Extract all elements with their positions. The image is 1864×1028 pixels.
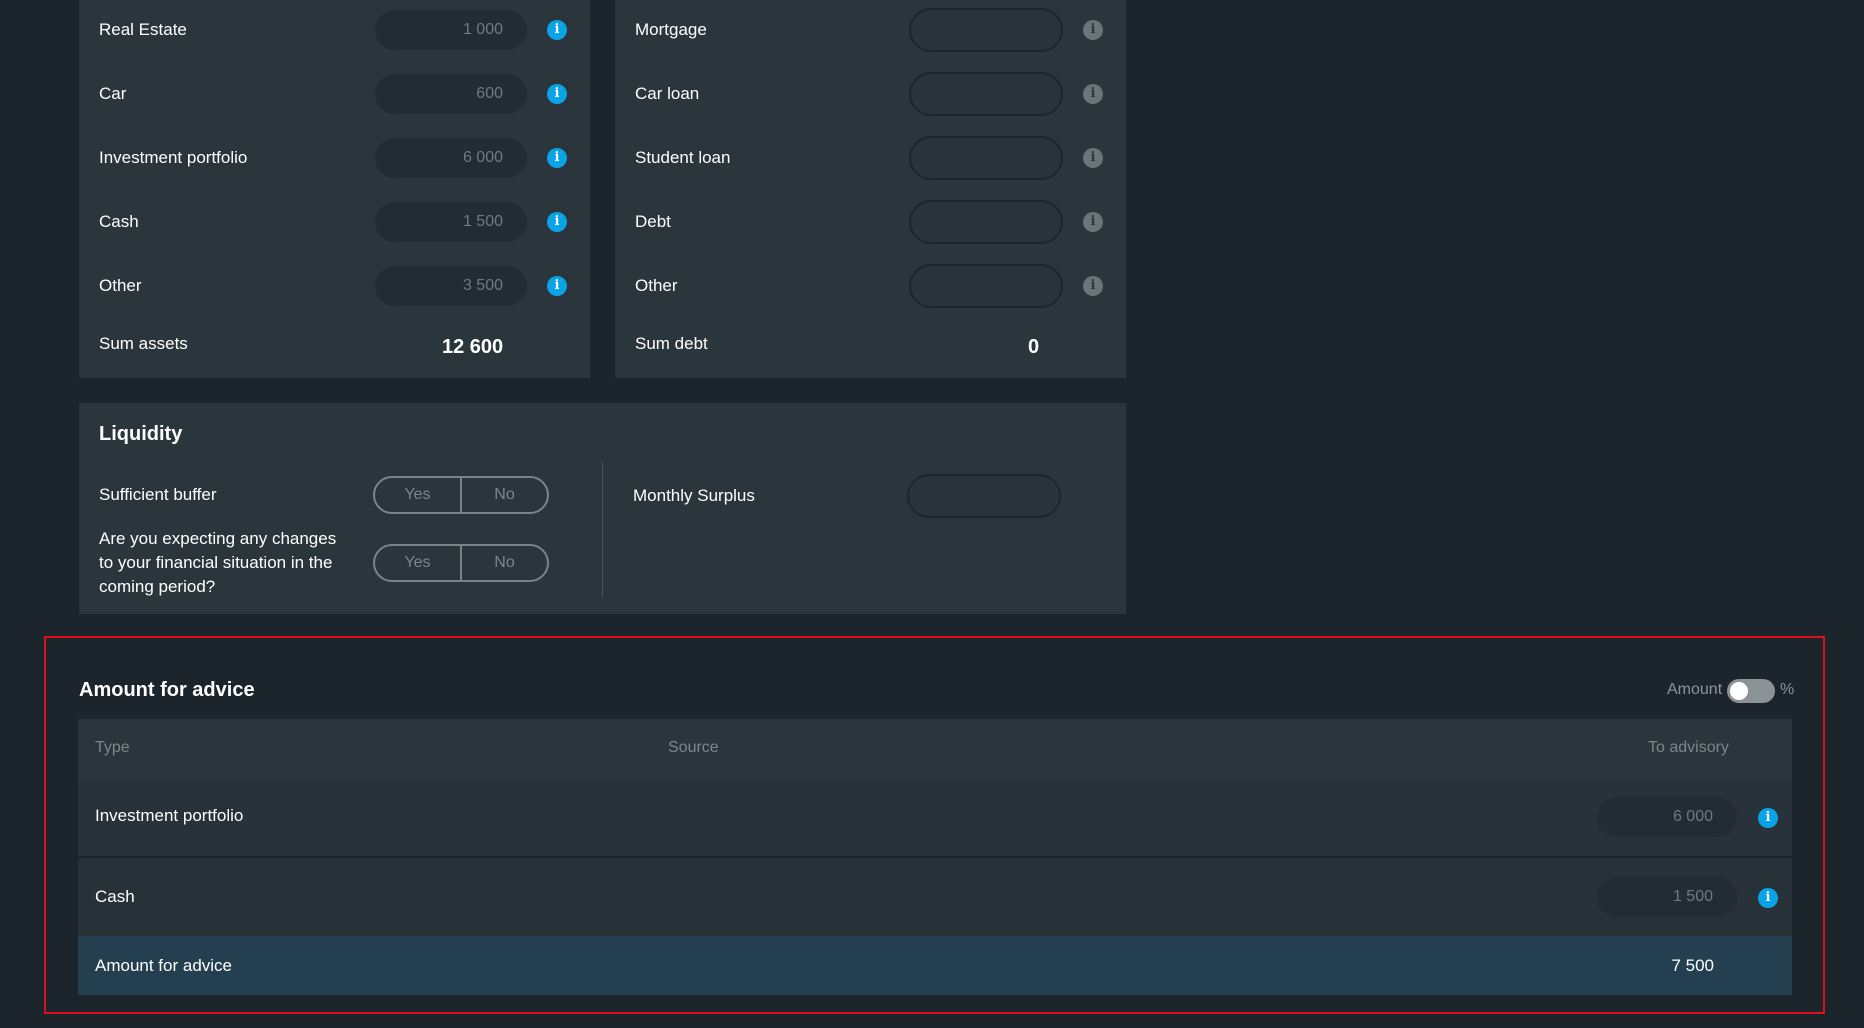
info-icon[interactable]: i	[547, 276, 567, 296]
sum-debt-label: Sum debt	[635, 334, 708, 353]
mortgage-input[interactable]	[909, 8, 1063, 52]
advice-title: Amount for advice	[79, 679, 255, 701]
cash-input[interactable]: 1 500	[375, 202, 527, 242]
investment-portfolio-input[interactable]: 6 000	[375, 138, 527, 178]
debt-label-student-loan: Student loan	[635, 148, 731, 167]
changes-no-option[interactable]: No	[462, 546, 547, 580]
info-icon[interactable]: i	[547, 20, 567, 40]
info-icon[interactable]: i	[547, 84, 567, 104]
car-input[interactable]: 600	[375, 74, 527, 114]
table-row: Cash 1 500 i	[78, 858, 1792, 936]
table-row: Investment portfolio 6 000 i	[78, 778, 1792, 856]
real-estate-input[interactable]: 1 000	[375, 10, 527, 50]
buffer-no-option[interactable]: No	[462, 478, 547, 512]
other-asset-input[interactable]: 3 500	[375, 266, 527, 306]
sum-assets-value: 12 600	[442, 336, 504, 358]
financial-changes-label: Are you expecting any changes to your fi…	[99, 529, 337, 596]
student-loan-input[interactable]	[909, 136, 1063, 180]
column-to-advisory: To advisory	[1648, 739, 1729, 756]
info-icon[interactable]: i	[1758, 888, 1778, 908]
debt-label-other: Other	[635, 276, 678, 295]
debt-panel: Mortgage i Car loan i Student loan i Deb…	[615, 0, 1126, 378]
car-loan-input[interactable]	[909, 72, 1063, 116]
info-icon[interactable]: i	[547, 212, 567, 232]
amount-toggle-label: Amount	[1667, 681, 1723, 698]
debt-label-car-loan: Car loan	[635, 84, 700, 103]
sum-assets-label: Sum assets	[99, 334, 188, 353]
column-type: Type	[95, 739, 130, 756]
assets-panel: Real Estate 1 000 i Car 600 i Investment…	[79, 0, 590, 378]
debt-label-debt: Debt	[635, 212, 671, 231]
sufficient-buffer-label: Sufficient buffer	[99, 485, 217, 504]
percent-toggle-label: %	[1780, 681, 1795, 698]
info-icon[interactable]: i	[1083, 20, 1103, 40]
switch-knob	[1730, 682, 1748, 700]
debt-input[interactable]	[909, 200, 1063, 244]
buffer-yes-option[interactable]: Yes	[375, 478, 462, 512]
row-type-label: Cash	[95, 887, 135, 906]
info-icon[interactable]: i	[547, 148, 567, 168]
to-advisory-input[interactable]: 1 500	[1597, 877, 1737, 917]
total-label: Amount for advice	[95, 956, 233, 975]
info-icon[interactable]: i	[1083, 276, 1103, 296]
liquidity-title: Liquidity	[99, 423, 183, 445]
info-icon[interactable]: i	[1083, 212, 1103, 232]
info-icon[interactable]: i	[1083, 148, 1103, 168]
other-debt-input[interactable]	[909, 264, 1063, 308]
financial-changes-toggle[interactable]: Yes No	[373, 544, 549, 582]
column-source: Source	[668, 739, 719, 756]
sufficient-buffer-toggle[interactable]: Yes No	[373, 476, 549, 514]
asset-label-cash: Cash	[99, 212, 139, 231]
asset-label-other: Other	[99, 276, 142, 295]
to-advisory-input[interactable]: 6 000	[1597, 797, 1737, 837]
sum-debt-value: 0	[1028, 336, 1040, 358]
info-icon[interactable]: i	[1758, 808, 1778, 828]
changes-yes-option[interactable]: Yes	[375, 546, 462, 580]
debt-label-mortgage: Mortgage	[635, 20, 707, 39]
monthly-surplus-input[interactable]	[907, 474, 1061, 518]
advice-total-row: Amount for advice 7 500	[78, 936, 1792, 995]
total-value: 7 500	[1671, 956, 1714, 975]
monthly-surplus-label: Monthly Surplus	[633, 486, 755, 505]
row-type-label: Investment portfolio	[95, 806, 244, 825]
advice-table-header: Type Source To advisory	[78, 719, 1792, 778]
asset-label-car: Car	[99, 84, 127, 103]
amount-percent-switch[interactable]	[1727, 679, 1775, 703]
info-icon[interactable]: i	[1083, 84, 1103, 104]
asset-label-real-estate: Real Estate	[99, 20, 187, 39]
asset-label-investment-portfolio: Investment portfolio	[99, 148, 248, 167]
liquidity-divider	[602, 462, 603, 598]
